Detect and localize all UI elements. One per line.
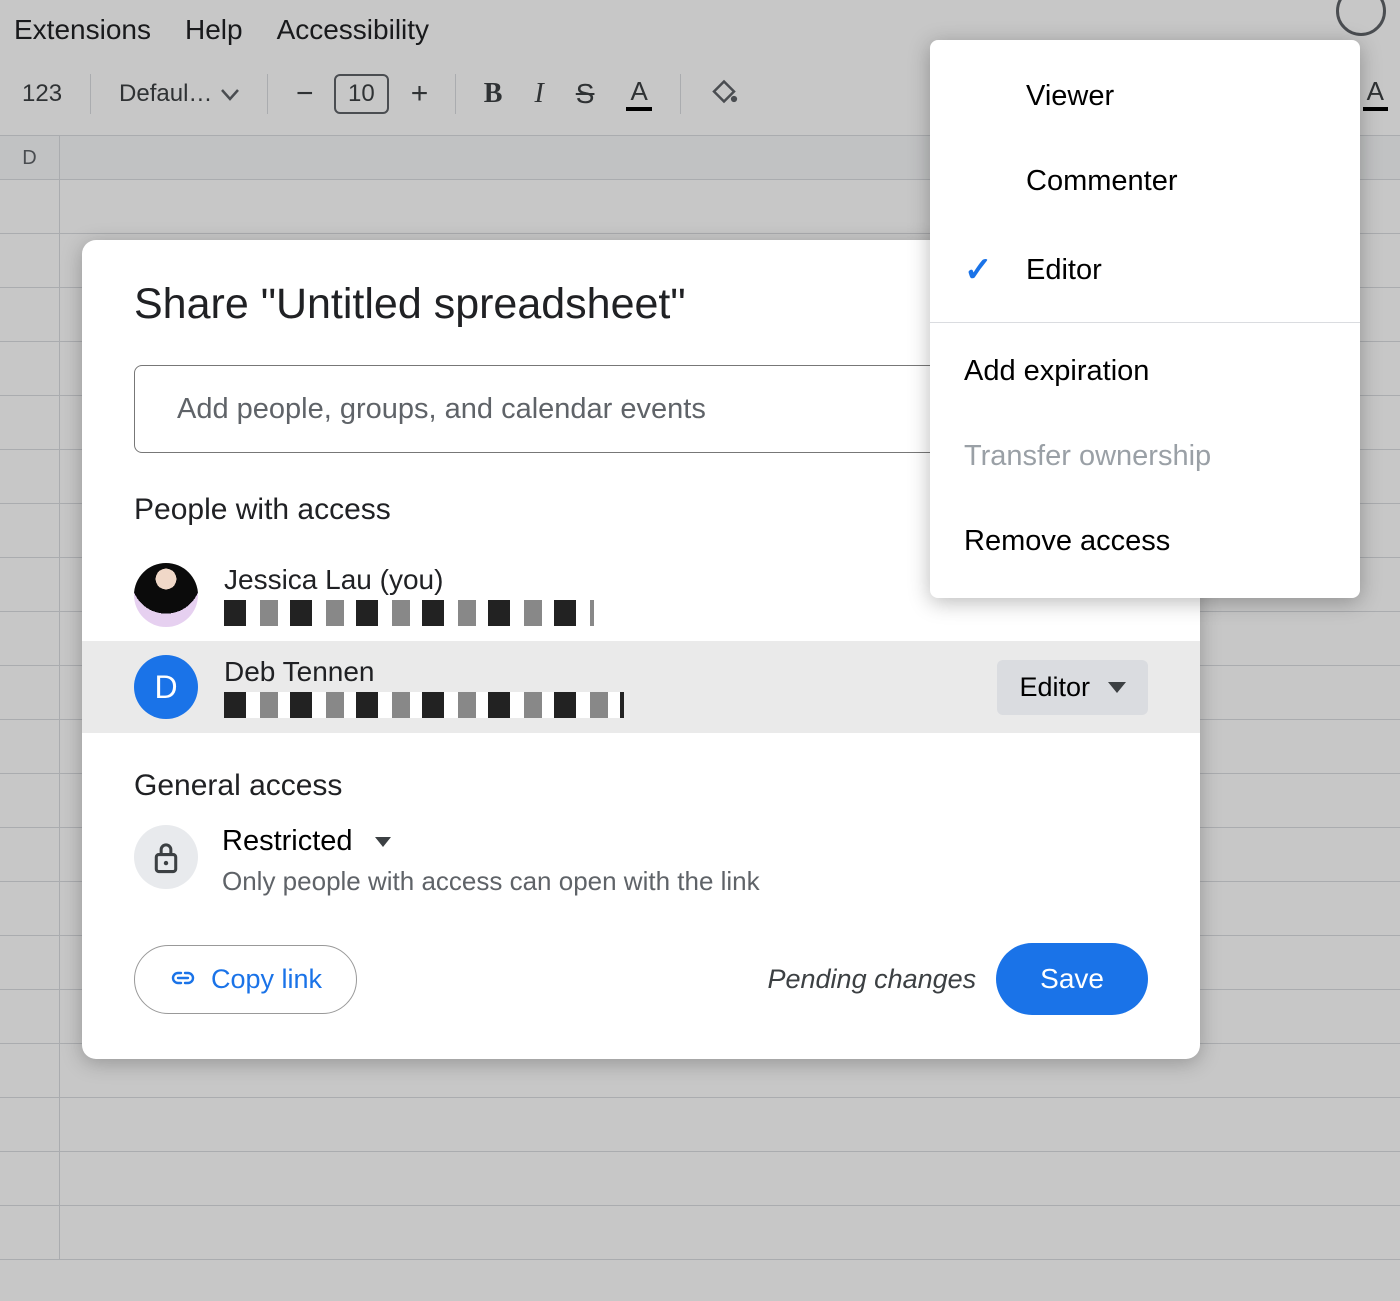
add-expiration-item[interactable]: Add expiration <box>930 329 1360 414</box>
text-color-a-icon: A <box>626 76 651 111</box>
general-access-description: Only people with access can open with th… <box>222 866 760 897</box>
role-option-label: Editor <box>1026 254 1102 287</box>
text-color-button[interactable]: A <box>616 70 661 117</box>
person-row: D Deb Tennen Editor <box>82 641 1200 733</box>
general-access-dropdown[interactable]: Restricted <box>222 825 760 858</box>
paint-bucket-icon <box>709 79 739 109</box>
role-context-menu: Viewer Commenter ✓ Editor Add expiration… <box>930 40 1360 598</box>
font-size-input[interactable]: 10 <box>334 74 389 114</box>
transfer-ownership-item: Transfer ownership <box>930 414 1360 499</box>
font-size-decrease[interactable]: − <box>286 71 322 117</box>
general-access-row: Restricted Only people with access can o… <box>82 825 1200 897</box>
font-family-dropdown[interactable]: Defaul… <box>109 74 249 114</box>
italic-button[interactable]: I <box>524 72 553 116</box>
link-icon <box>169 964 197 995</box>
select-all-corner[interactable]: D <box>0 136 60 179</box>
text-color-button-2[interactable]: A <box>1363 76 1388 111</box>
general-access-heading: General access <box>82 769 1200 803</box>
toolbar-divider <box>455 74 456 114</box>
avatar <box>134 563 198 627</box>
role-option-commenter[interactable]: Commenter <box>930 139 1360 224</box>
number-format-button[interactable]: 123 <box>12 74 72 114</box>
add-people-placeholder: Add people, groups, and calendar events <box>177 393 706 426</box>
toolbar-divider <box>267 74 268 114</box>
copy-link-button[interactable]: Copy link <box>134 945 357 1014</box>
chevron-down-icon <box>221 80 239 108</box>
person-email-redacted <box>224 600 594 626</box>
toolbar-divider <box>90 74 91 114</box>
person-name: Deb Tennen <box>224 656 971 688</box>
role-option-editor[interactable]: ✓ Editor <box>930 224 1360 316</box>
font-family-label: Defaul… <box>119 80 212 108</box>
dialog-footer: Copy link Pending changes Save <box>82 897 1200 1015</box>
menu-divider <box>930 322 1360 323</box>
person-email-redacted <box>224 692 624 718</box>
chevron-down-icon <box>375 837 391 847</box>
role-dropdown-button[interactable]: Editor <box>997 660 1148 715</box>
font-size-increase[interactable]: + <box>401 71 437 117</box>
bold-button[interactable]: B <box>474 72 513 116</box>
menu-accessibility[interactable]: Accessibility <box>277 14 429 46</box>
save-button[interactable]: Save <box>996 943 1148 1015</box>
toolbar-divider <box>680 74 681 114</box>
check-icon: ✓ <box>964 250 1000 290</box>
pending-changes-text: Pending changes <box>768 964 977 995</box>
strikethrough-button[interactable]: S <box>566 72 605 116</box>
menu-extensions[interactable]: Extensions <box>14 14 151 46</box>
menu-help[interactable]: Help <box>185 14 243 46</box>
role-label: Editor <box>1019 672 1090 703</box>
copy-link-label: Copy link <box>211 964 322 995</box>
role-option-viewer[interactable]: Viewer <box>930 54 1360 139</box>
avatar: D <box>134 655 198 719</box>
general-access-label: Restricted <box>222 825 353 858</box>
fill-color-button[interactable] <box>699 73 749 115</box>
remove-access-item[interactable]: Remove access <box>930 499 1360 584</box>
chevron-down-icon <box>1108 682 1126 693</box>
lock-icon <box>134 825 198 889</box>
